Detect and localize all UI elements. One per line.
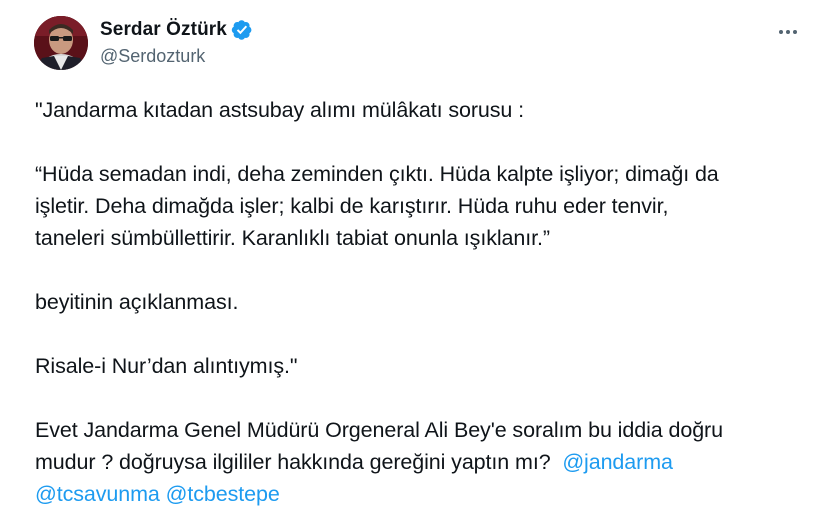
- avatar[interactable]: [34, 16, 88, 70]
- display-name[interactable]: Serdar Öztürk: [100, 19, 227, 41]
- quote-line: “Hüda semadan indi, deha zeminden çıktı.…: [35, 162, 719, 186]
- mention-link[interactable]: @jandarma: [562, 450, 673, 474]
- quote-line: işletir. Deha dimağda işler; kalbi de ka…: [35, 194, 669, 218]
- explanation-line: beyitinin açıklanması.: [35, 290, 239, 314]
- tweet-line: "Jandarma kıtadan astsubay alımı mülâkat…: [35, 98, 525, 122]
- source-line: Risale-i Nur’dan alıntıymış.": [35, 354, 298, 378]
- author-handle[interactable]: @Serdozturk: [100, 46, 205, 67]
- question-line: Evet Jandarma Genel Müdürü Orgeneral Ali…: [35, 418, 723, 442]
- question-line: mudur ? doğruysa ilgililer hakkında gere…: [35, 446, 815, 478]
- author-name-row: Serdar Öztürk: [100, 17, 253, 43]
- mentions-line: @tcsavunma @tcbestepe: [35, 478, 815, 510]
- quote-line: taneleri sümbüllettirir. Karanlıklı tabi…: [35, 226, 550, 250]
- more-options-button[interactable]: [774, 20, 802, 44]
- more-options-icon: [778, 30, 783, 34]
- avatar-photo: [34, 16, 88, 70]
- more-options-icon-dot: [786, 30, 790, 34]
- verified-badge-icon: [231, 19, 253, 41]
- mention-link[interactable]: @tcbestepe: [166, 482, 280, 506]
- question-text: mudur ? doğruysa ilgililer hakkında gere…: [35, 450, 551, 474]
- tweet-text: "Jandarma kıtadan astsubay alımı mülâkat…: [35, 94, 815, 510]
- more-options-icon-dot: [793, 30, 798, 34]
- tweet-card: Serdar Öztürk @Serdozturk "Jandarma kıta…: [0, 0, 830, 525]
- mention-link[interactable]: @tcsavunma: [35, 482, 160, 506]
